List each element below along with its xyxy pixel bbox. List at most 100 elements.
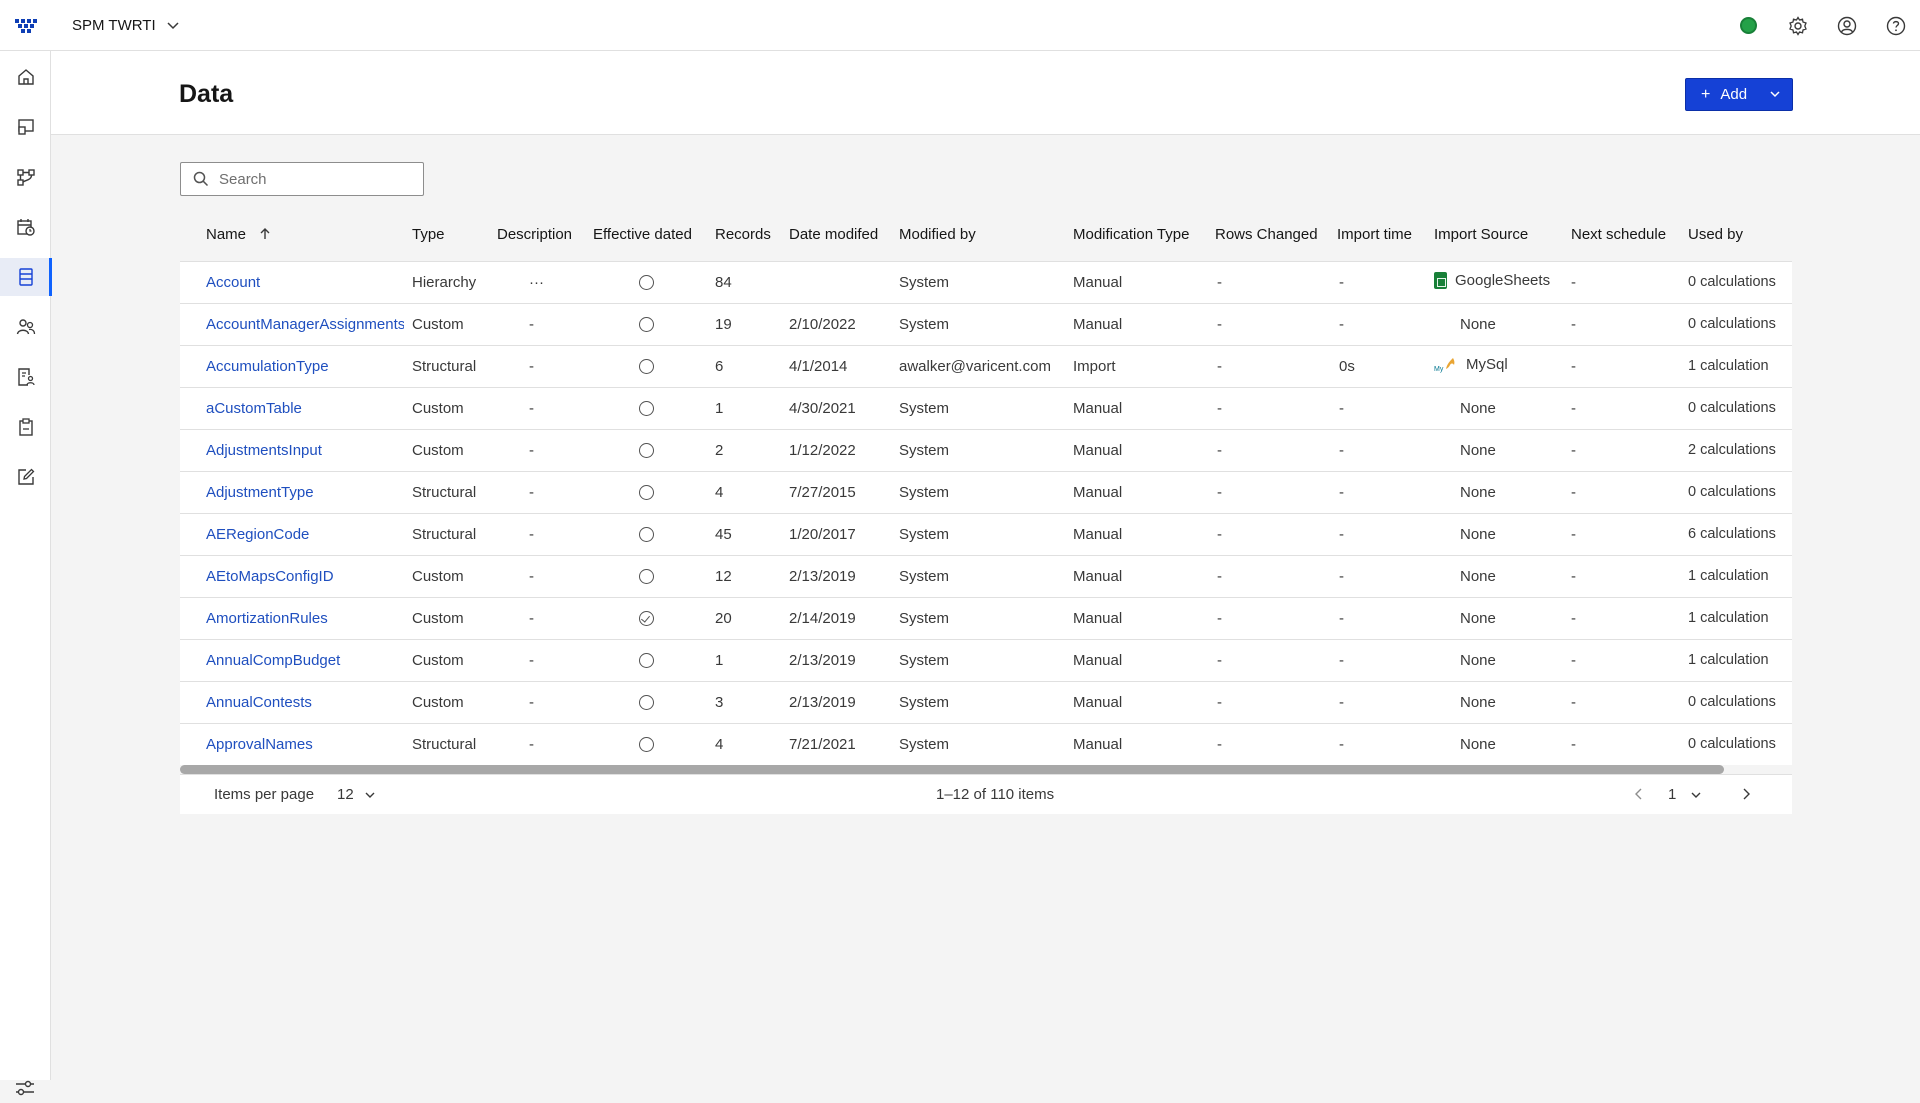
sort-ascending-icon[interactable] bbox=[258, 227, 272, 241]
table-row[interactable]: AmortizationRules Custom - 20 2/14/2019 Syste… bbox=[180, 597, 1792, 639]
add-button[interactable]: + Add bbox=[1685, 78, 1793, 111]
table-cell-used-by[interactable]: 0 calculations bbox=[1680, 681, 1792, 723]
sidebar-item-people[interactable] bbox=[0, 308, 51, 346]
schedule-icon bbox=[16, 219, 35, 236]
table-cell-used-by[interactable]: 0 calculations bbox=[1680, 471, 1792, 513]
table-cell-date-modified: 4/30/2021 bbox=[789, 399, 856, 417]
table-name-link[interactable]: ApprovalNames bbox=[180, 723, 404, 765]
column-header-modified-by[interactable]: Modified by bbox=[891, 208, 1065, 261]
table-cell-used-by[interactable]: 1 calculation bbox=[1680, 597, 1792, 639]
table-name-link[interactable]: AnnualCompBudget bbox=[180, 639, 404, 681]
column-header-used-by[interactable]: Used by bbox=[1680, 208, 1792, 261]
next-page-icon[interactable] bbox=[1739, 786, 1753, 802]
table-row[interactable]: AccountManagerAssignments Custom - 19 2/10/2… bbox=[180, 303, 1792, 345]
table-cell-import-source: None bbox=[1426, 429, 1563, 471]
empty-circle-icon bbox=[638, 359, 654, 375]
column-header-import-time[interactable]: Import time bbox=[1329, 208, 1426, 261]
sidebar-item-workflow[interactable] bbox=[0, 158, 51, 196]
table-name-link[interactable]: AEtoMapsConfigID bbox=[180, 555, 404, 597]
column-header-name[interactable]: Name bbox=[180, 208, 404, 261]
table-cell-type: Structural bbox=[412, 357, 477, 375]
import-source-label: MySql bbox=[1466, 355, 1508, 373]
status-icon[interactable] bbox=[1736, 13, 1761, 38]
table-name-link[interactable]: AmortizationRules bbox=[180, 597, 404, 639]
table-cell-rows-changed: - bbox=[1217, 357, 1222, 375]
empty-circle-icon bbox=[638, 527, 654, 543]
table-name-link[interactable]: AccumulationType bbox=[180, 345, 404, 387]
user-avatar-icon[interactable] bbox=[1834, 13, 1859, 38]
table-cell-used-by[interactable]: 0 calculations bbox=[1680, 303, 1792, 345]
table-cell-description: - bbox=[529, 357, 534, 375]
column-header-rows-changed[interactable]: Rows Changed bbox=[1207, 208, 1329, 261]
table-cell-next-schedule: - bbox=[1571, 525, 1576, 543]
table-row[interactable]: AdjustmentsInput Custom - 2 1/12/2022 System M… bbox=[180, 429, 1792, 471]
table-name-link[interactable]: AccountManagerAssignments bbox=[180, 303, 404, 345]
table-row[interactable]: Account Hierarchy ··· 84 System Manual - - Googl… bbox=[180, 261, 1792, 303]
table-row[interactable]: ApprovalNames Structural - 4 7/21/2021 System… bbox=[180, 723, 1792, 765]
sidebar-item-preferences[interactable] bbox=[14, 1078, 36, 1103]
column-header-date-modified[interactable]: Date modifed bbox=[781, 208, 891, 261]
column-header-effective-dated[interactable]: Effective dated bbox=[585, 208, 707, 261]
search-input[interactable] bbox=[219, 170, 409, 188]
table-row[interactable]: AEtoMapsConfigID Custom - 12 2/13/2019 System… bbox=[180, 555, 1792, 597]
table-cell-description: - bbox=[529, 399, 534, 417]
table-name-link[interactable]: AERegionCode bbox=[180, 513, 404, 555]
sidebar-item-home[interactable] bbox=[0, 58, 51, 96]
sidebar-item-data[interactable] bbox=[0, 258, 52, 296]
previous-page-icon[interactable] bbox=[1632, 786, 1646, 802]
sidebar-item-edit[interactable] bbox=[0, 458, 51, 496]
table-row[interactable]: AnnualCompBudget Custom - 1 2/13/2019 System M… bbox=[180, 639, 1792, 681]
column-header-records[interactable]: Records bbox=[707, 208, 781, 261]
sidebar-item-dashboard[interactable] bbox=[0, 108, 51, 146]
table-header-row: Name Type Description Effective dated Re… bbox=[180, 208, 1792, 261]
table-cell-import-time: - bbox=[1339, 693, 1344, 711]
table-cell-used-by[interactable]: 2 calculations bbox=[1680, 429, 1792, 471]
table-name-link[interactable]: aCustomTable bbox=[180, 387, 404, 429]
table-cell-import-source: None bbox=[1426, 303, 1563, 345]
column-header-modification-type[interactable]: Modification Type bbox=[1065, 208, 1207, 261]
table-name-link[interactable]: Account bbox=[180, 261, 404, 303]
horizontal-scrollbar[interactable] bbox=[180, 765, 1792, 774]
table-cell-used-by[interactable]: 0 calculations bbox=[1680, 723, 1792, 765]
table-cell-used-by[interactable]: 6 calculations bbox=[1680, 513, 1792, 555]
column-header-type[interactable]: Type bbox=[404, 208, 489, 261]
table-name-link[interactable]: AnnualContests bbox=[180, 681, 404, 723]
table-cell-rows-changed: - bbox=[1217, 399, 1222, 417]
sidebar-item-user-reports[interactable] bbox=[0, 358, 51, 396]
table-cell-import-time: - bbox=[1339, 315, 1344, 333]
table-cell-used-by[interactable]: 0 calculations bbox=[1680, 261, 1792, 303]
table-cell-records: 4 bbox=[715, 735, 724, 753]
help-icon[interactable] bbox=[1883, 13, 1908, 38]
page-number-select[interactable]: 1 bbox=[1668, 786, 1702, 803]
table-row[interactable]: aCustomTable Custom - 1 4/30/2021 System Manua… bbox=[180, 387, 1792, 429]
table-cell-modification-type: Manual bbox=[1073, 609, 1123, 627]
workspace-switcher[interactable]: SPM TWRTI bbox=[72, 17, 180, 34]
sidebar-item-schedule[interactable] bbox=[0, 208, 51, 246]
column-header-description[interactable]: Description bbox=[489, 208, 585, 261]
column-header-import-source[interactable]: Import Source bbox=[1426, 208, 1563, 261]
table-name-link[interactable]: AdjustmentsInput bbox=[180, 429, 404, 471]
table-cell-used-by[interactable]: 1 calculation bbox=[1680, 345, 1792, 387]
column-header-next-schedule[interactable]: Next schedule bbox=[1563, 208, 1680, 261]
sidebar-item-clipboard[interactable] bbox=[0, 408, 51, 446]
table-cell-rows-changed: - bbox=[1217, 693, 1222, 711]
chevron-down-icon bbox=[1770, 91, 1780, 98]
table-row[interactable]: AdjustmentType Structural - 4 7/27/2015 Syste… bbox=[180, 471, 1792, 513]
table-cell-rows-changed: - bbox=[1217, 525, 1222, 543]
table-row[interactable]: AERegionCode Structural - 45 1/20/2017 System… bbox=[180, 513, 1792, 555]
table-name-link[interactable]: AdjustmentType bbox=[180, 471, 404, 513]
table-cell-date-modified: 2/13/2019 bbox=[789, 651, 856, 669]
table-cell-effective-dated bbox=[585, 723, 707, 765]
table-cell-description: - bbox=[529, 567, 534, 585]
gear-icon[interactable] bbox=[1785, 13, 1810, 38]
table-cell-used-by[interactable]: 0 calculations bbox=[1680, 387, 1792, 429]
app-logo-icon[interactable] bbox=[14, 16, 38, 36]
items-per-page-select[interactable]: 12 bbox=[337, 786, 376, 803]
table-cell-description[interactable]: ··· bbox=[489, 261, 585, 303]
table-cell-used-by[interactable]: 1 calculation bbox=[1680, 639, 1792, 681]
table-cell-modification-type: Manual bbox=[1073, 735, 1123, 753]
table-row[interactable]: AccumulationType Structural - 6 4/1/2014 awal… bbox=[180, 345, 1792, 387]
scrollbar-thumb[interactable] bbox=[180, 765, 1724, 774]
table-cell-used-by[interactable]: 1 calculation bbox=[1680, 555, 1792, 597]
table-row[interactable]: AnnualContests Custom - 3 2/13/2019 System Man… bbox=[180, 681, 1792, 723]
